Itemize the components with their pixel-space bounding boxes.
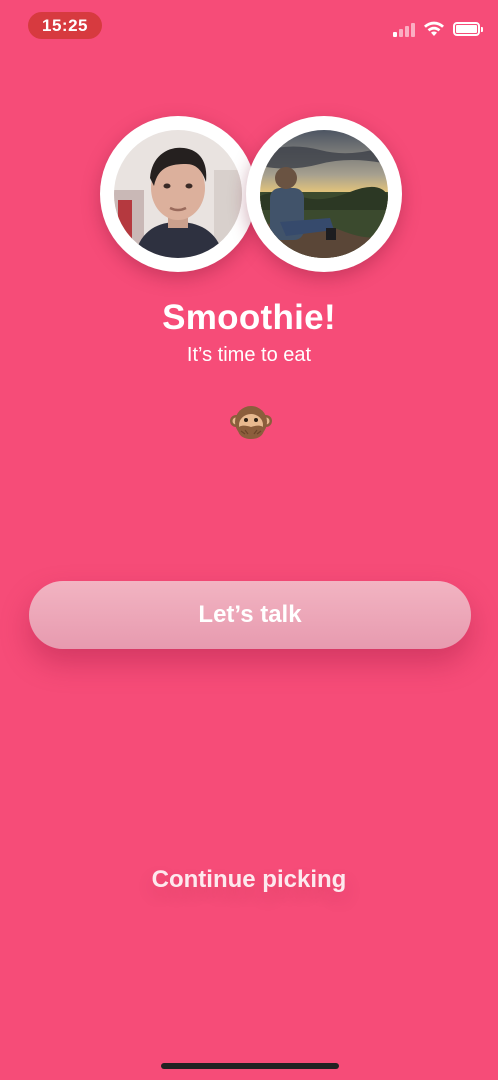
avatar-ring-left [100, 116, 256, 272]
battery-icon [453, 22, 483, 36]
lets-talk-button[interactable]: Let’s talk [29, 581, 471, 649]
avatar-ring-right [246, 116, 402, 272]
status-icons [393, 18, 483, 40]
avatar-left [114, 130, 242, 258]
continue-picking-button[interactable]: Continue picking [99, 858, 399, 902]
match-title: Smoothie! [162, 298, 336, 337]
matched-avatars [100, 116, 402, 272]
status-bar: 15:25 [0, 0, 498, 54]
match-subtitle: It’s time to eat [186, 344, 312, 366]
wifi-icon [424, 21, 444, 36]
home-indicator[interactable] [161, 1063, 339, 1069]
match-screen: 15:25 Smoothie! It’s time to eat Let’s t… [0, 0, 498, 1080]
cellular-signal-icon [393, 21, 417, 37]
speak-no-evil-monkey-icon [229, 401, 273, 445]
avatar-right [260, 130, 388, 258]
status-time: 15:25 [28, 12, 102, 39]
